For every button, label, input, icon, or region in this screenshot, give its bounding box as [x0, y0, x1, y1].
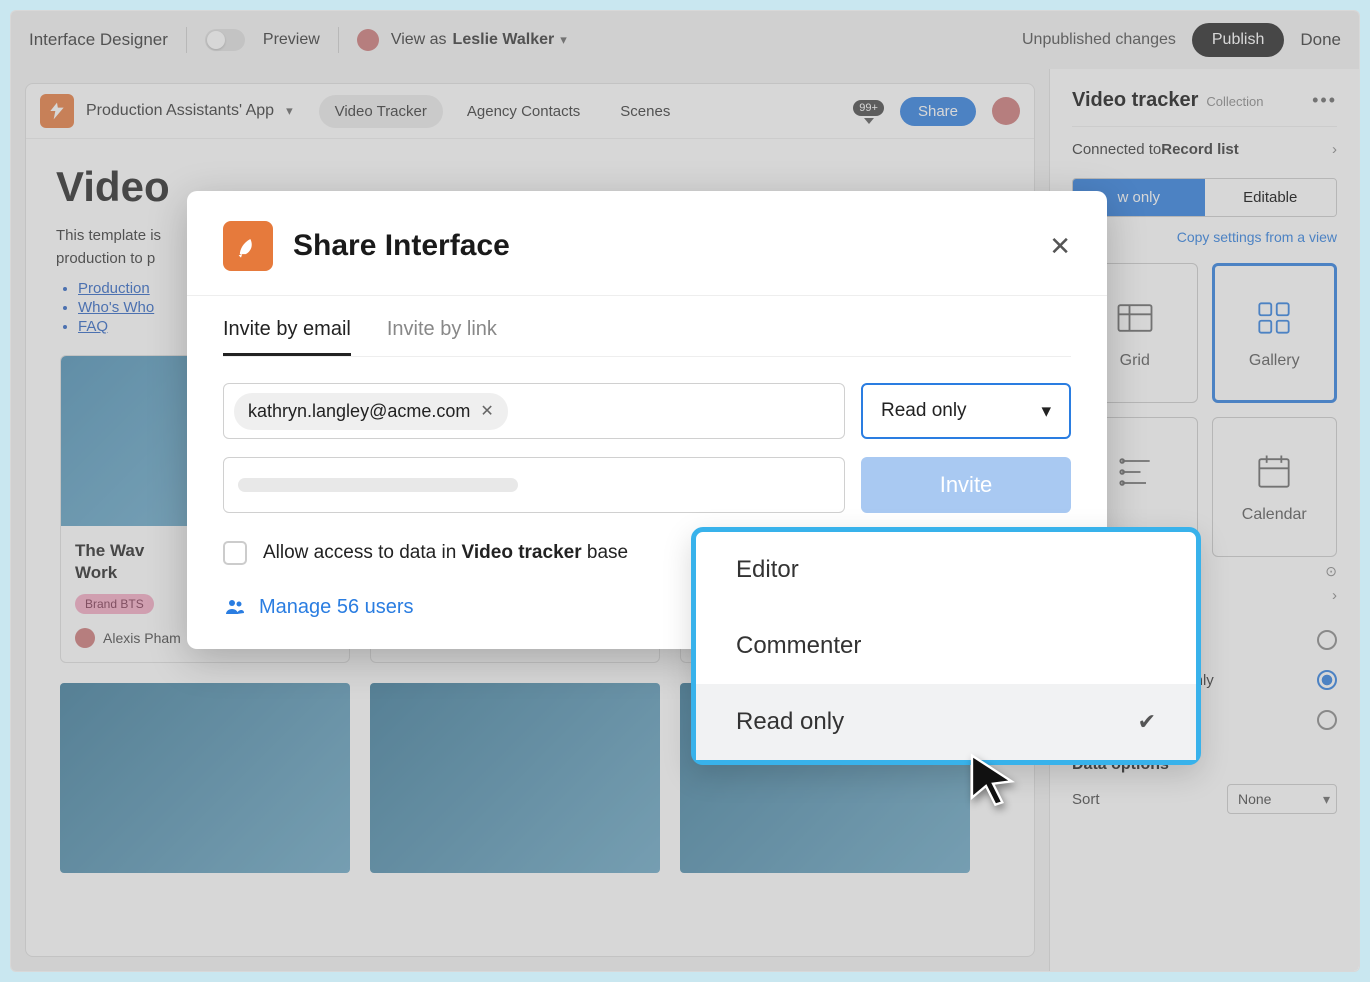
modal-title: Share Interface: [293, 229, 510, 263]
allow-access-checkbox[interactable]: [223, 541, 247, 565]
preview-toggle[interactable]: [205, 29, 245, 51]
tab-invite-by-link[interactable]: Invite by link: [387, 306, 497, 356]
email-chip[interactable]: kathryn.langley@acme.com ✕: [234, 393, 508, 430]
check-icon: ✔: [1138, 709, 1156, 735]
viewas-name: Leslie Walker: [453, 31, 555, 49]
more-icon[interactable]: •••: [1312, 90, 1337, 111]
avatar-icon: [357, 29, 379, 51]
chevron-down-icon[interactable]: ▾: [286, 103, 293, 119]
app-title: Interface Designer: [29, 30, 168, 50]
unpublished-label: Unpublished changes: [1022, 31, 1176, 49]
view-option-gallery[interactable]: Gallery: [1212, 263, 1338, 403]
publish-button[interactable]: Publish: [1192, 23, 1284, 57]
remove-chip-icon[interactable]: ✕: [480, 401, 493, 421]
tab-scenes[interactable]: Scenes: [604, 95, 686, 128]
rocket-icon: [223, 221, 273, 271]
seg-editable[interactable]: Editable: [1205, 179, 1337, 216]
view-option-calendar[interactable]: Calendar: [1212, 417, 1338, 557]
page-tabs: Video Tracker Agency Contacts Scenes: [319, 95, 687, 128]
tab-invite-by-email[interactable]: Invite by email: [223, 306, 351, 356]
sidebar-title: Video tracker: [1072, 89, 1198, 112]
viewas-selector[interactable]: View as Leslie Walker ▾: [357, 29, 567, 51]
notification-badge: 99+: [853, 100, 884, 116]
invite-button[interactable]: Invite: [861, 457, 1071, 513]
role-option-editor[interactable]: Editor: [696, 532, 1196, 608]
sort-select[interactable]: None: [1227, 784, 1337, 814]
connected-to-row[interactable]: Connected to Record list ›: [1072, 126, 1337, 172]
role-option-commenter[interactable]: Commenter: [696, 608, 1196, 684]
email-input[interactable]: kathryn.langley@acme.com ✕: [223, 383, 845, 439]
copy-settings-link[interactable]: Copy settings from a view: [1072, 229, 1337, 245]
divider: [186, 27, 187, 53]
role-dropdown: Editor Commenter Read only ✔: [691, 527, 1201, 765]
tab-agency-contacts[interactable]: Agency Contacts: [451, 95, 596, 128]
gallery-card[interactable]: [370, 683, 660, 873]
cursor-icon: [965, 751, 1021, 812]
app-name[interactable]: Production Assistants' App: [86, 102, 274, 120]
app-icon: [40, 94, 74, 128]
designer-topbar: Interface Designer Preview View as Lesli…: [11, 11, 1359, 69]
mode-segmented[interactable]: w only Editable: [1072, 178, 1337, 217]
chevron-right-icon: ›: [1332, 587, 1337, 604]
users-icon: [223, 595, 247, 619]
role-select[interactable]: Read only ▾: [861, 383, 1071, 439]
close-button[interactable]: ✕: [1049, 231, 1071, 262]
chevron-down-icon: ▾: [560, 32, 567, 48]
role-option-readonly[interactable]: Read only ✔: [696, 684, 1196, 760]
divider: [338, 27, 339, 53]
user-avatar[interactable]: [992, 97, 1020, 125]
done-button[interactable]: Done: [1300, 30, 1341, 50]
chevron-down-icon: ▾: [1041, 400, 1051, 423]
notifications-icon[interactable]: 99+: [853, 98, 884, 124]
sidebar-subtitle: Collection: [1206, 94, 1263, 109]
share-button[interactable]: Share: [900, 97, 976, 126]
gallery-card[interactable]: [60, 683, 350, 873]
chevron-right-icon: ›: [1332, 141, 1337, 158]
chevron-right-icon[interactable]: ⊙: [1325, 563, 1337, 579]
sort-label: Sort: [1072, 791, 1100, 808]
card-tag: Brand BTS: [75, 594, 154, 614]
preview-label: Preview: [263, 31, 320, 49]
connected-target: Record list: [1161, 141, 1239, 158]
avatar-icon: [75, 628, 95, 648]
viewas-prefix: View as: [391, 31, 447, 49]
message-input[interactable]: [223, 457, 845, 513]
tab-video-tracker[interactable]: Video Tracker: [319, 95, 443, 128]
allow-access-label: Allow access to data in Video tracker ba…: [263, 542, 628, 564]
